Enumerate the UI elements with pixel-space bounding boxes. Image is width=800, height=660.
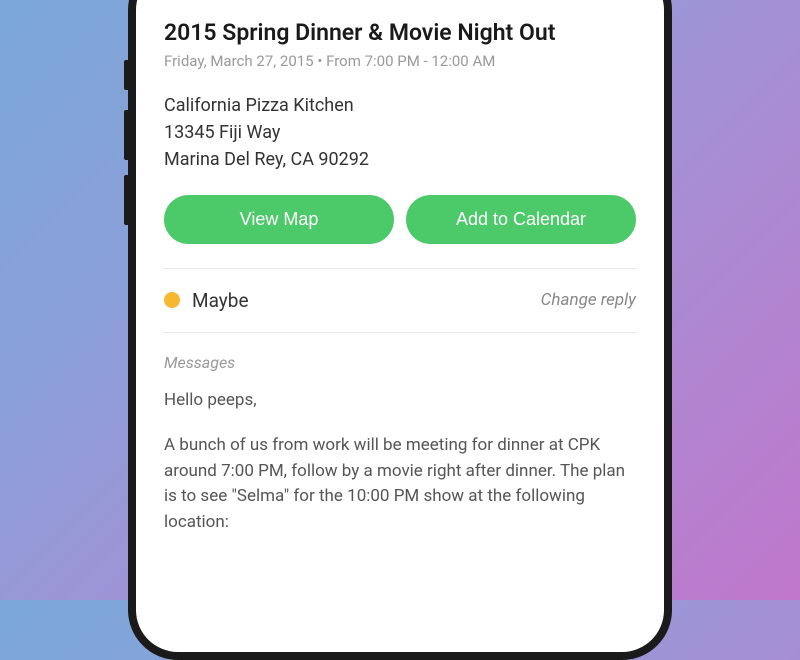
phone-frame: 2015 Spring Dinner & Movie Night Out Fri… [128, 0, 672, 660]
location-name: California Pizza Kitchen [164, 92, 636, 119]
message-body: Hello peeps, A bunch of us from work wil… [164, 388, 636, 536]
location-block: California Pizza Kitchen 13345 Fiji Way … [164, 92, 636, 173]
add-to-calendar-button[interactable]: Add to Calendar [406, 195, 636, 244]
rsvp-status: Maybe [164, 289, 249, 312]
phone-volume-up [124, 110, 128, 160]
rsvp-row: Maybe Change reply [164, 269, 636, 332]
button-row: View Map Add to Calendar [164, 195, 636, 244]
event-title: 2015 Spring Dinner & Movie Night Out [164, 18, 636, 48]
message-text: A bunch of us from work will be meeting … [164, 433, 636, 535]
messages-header: Messages [164, 353, 636, 372]
divider [164, 332, 636, 333]
rsvp-status-text: Maybe [192, 289, 249, 312]
event-datetime: Friday, March 27, 2015 • From 7:00 PM - … [164, 52, 636, 70]
phone-volume-down [124, 175, 128, 225]
view-map-button[interactable]: View Map [164, 195, 394, 244]
status-dot-icon [164, 292, 180, 308]
location-city: Marina Del Rey, CA 90292 [164, 146, 636, 173]
message-greeting: Hello peeps, [164, 388, 636, 414]
phone-mute-switch [124, 60, 128, 90]
screen: 2015 Spring Dinner & Movie Night Out Fri… [136, 0, 664, 652]
change-reply-link[interactable]: Change reply [541, 290, 636, 310]
location-street: 13345 Fiji Way [164, 119, 636, 146]
